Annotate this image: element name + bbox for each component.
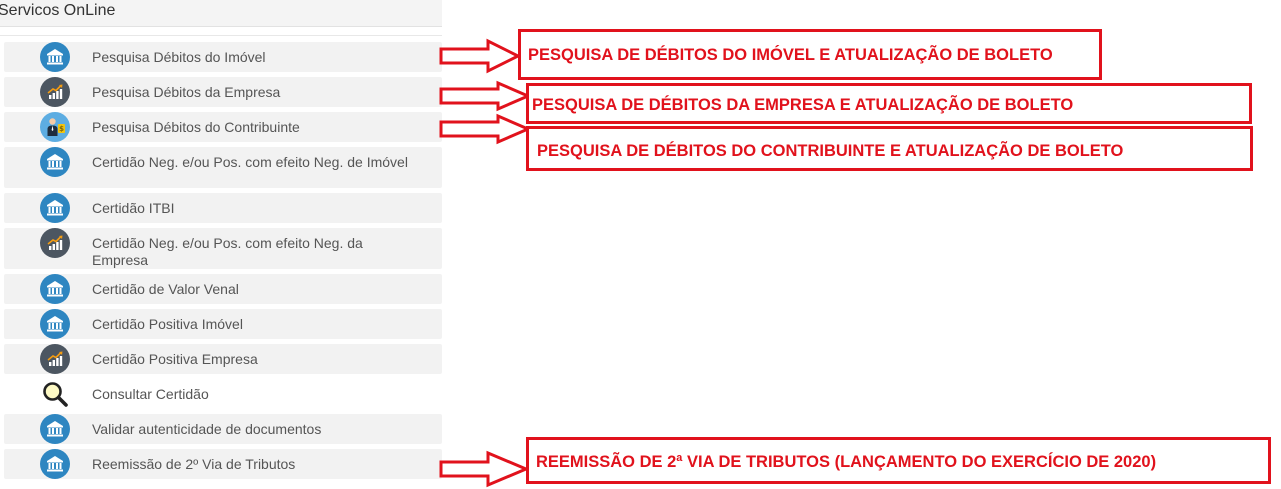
annotation-label: REEMISSÃO DE 2ª VIA DE TRIBUTOS (LANÇAME…: [536, 453, 1157, 471]
menu-item-consultar-certidao[interactable]: Consultar Certidão: [4, 379, 442, 409]
menu-item-label: Consultar Certidão: [92, 386, 209, 402]
bank-icon: [40, 449, 70, 479]
menu-item-label: Certidão Neg. e/ou Pos. com efeito Neg. …: [92, 235, 363, 268]
menu-item-certidao-neg-empresa[interactable]: Certidão Neg. e/ou Pos. com efeito Neg. …: [4, 228, 442, 269]
panel-title: Servicos OnLine: [0, 2, 116, 19]
annotation-label: PESQUISA DE DÉBITOS DA EMPRESA E ATUALIZ…: [532, 96, 1074, 114]
menu-item-certidao-itbi[interactable]: Certidão ITBI: [4, 193, 442, 223]
annotation-arrow: [439, 113, 532, 145]
annotation-label: PESQUISA DE DÉBITOS DO CONTRIBUINTE E AT…: [537, 142, 1124, 160]
menu-item-label: Reemissão de 2º Via de Tributos: [92, 456, 296, 472]
bank-icon: [40, 147, 70, 177]
chart-growth-icon: [40, 77, 70, 107]
panel-divider: [0, 35, 442, 36]
person-money-icon: [40, 112, 70, 142]
annotation-box: PESQUISA DE DÉBITOS DA EMPRESA E ATUALIZ…: [526, 83, 1252, 124]
bank-icon: [40, 193, 70, 223]
annotation-box: PESQUISA DE DÉBITOS DO CONTRIBUINTE E AT…: [526, 126, 1253, 171]
chart-growth-icon: [40, 228, 70, 258]
menu-item-validar-autenticidade[interactable]: Validar autenticidade de documentos: [4, 414, 442, 444]
menu-item-certidao-valor-venal[interactable]: Certidão de Valor Venal: [4, 274, 442, 304]
annotation-box: REEMISSÃO DE 2ª VIA DE TRIBUTOS (LANÇAME…: [526, 437, 1271, 484]
annotation-label: PESQUISA DE DÉBITOS DO IMÓVEL E ATUALIZA…: [528, 46, 1053, 64]
menu-item-pesquisa-debitos-imovel[interactable]: Pesquisa Débitos do Imóvel: [4, 42, 442, 72]
menu-item-label: Certidão Neg. e/ou Pos. com efeito Neg. …: [92, 154, 408, 170]
menu-item-pesquisa-debitos-empresa[interactable]: Pesquisa Débitos da Empresa: [4, 77, 442, 107]
annotation-arrow: [439, 450, 530, 488]
bank-icon: [40, 309, 70, 339]
menu-item-label: Pesquisa Débitos da Empresa: [92, 84, 281, 100]
chart-growth-icon: [40, 344, 70, 374]
menu-item-label: Validar autenticidade de documentos: [92, 421, 322, 437]
menu-item-certidao-neg-imovel[interactable]: Certidão Neg. e/ou Pos. com efeito Neg. …: [4, 147, 442, 188]
magnifier-icon: [40, 379, 70, 409]
menu-item-reemissao-2via[interactable]: Reemissão de 2º Via de Tributos: [4, 449, 442, 479]
menu-item-pesquisa-debitos-contribuinte[interactable]: Pesquisa Débitos do Contribuinte: [4, 112, 442, 142]
bank-icon: [40, 42, 70, 72]
annotation-box: PESQUISA DE DÉBITOS DO IMÓVEL E ATUALIZA…: [518, 29, 1102, 80]
menu-item-label: Certidão Positiva Empresa: [92, 351, 258, 367]
annotation-arrow: [439, 38, 522, 74]
menu-item-label: Certidão de Valor Venal: [92, 281, 239, 297]
menu-item-label: Certidão ITBI: [92, 200, 175, 216]
menu-item-label: Pesquisa Débitos do Imóvel: [92, 49, 266, 65]
menu-item-label: Pesquisa Débitos do Contribuinte: [92, 119, 300, 135]
panel-header: Servicos OnLine: [0, 0, 442, 27]
menu-item-certidao-positiva-imovel[interactable]: Certidão Positiva Imóvel: [4, 309, 442, 339]
annotation-arrow: [439, 80, 532, 112]
bank-icon: [40, 414, 70, 444]
bank-icon: [40, 274, 70, 304]
menu-item-label: Certidão Positiva Imóvel: [92, 316, 243, 332]
menu-item-certidao-positiva-empresa[interactable]: Certidão Positiva Empresa: [4, 344, 442, 374]
